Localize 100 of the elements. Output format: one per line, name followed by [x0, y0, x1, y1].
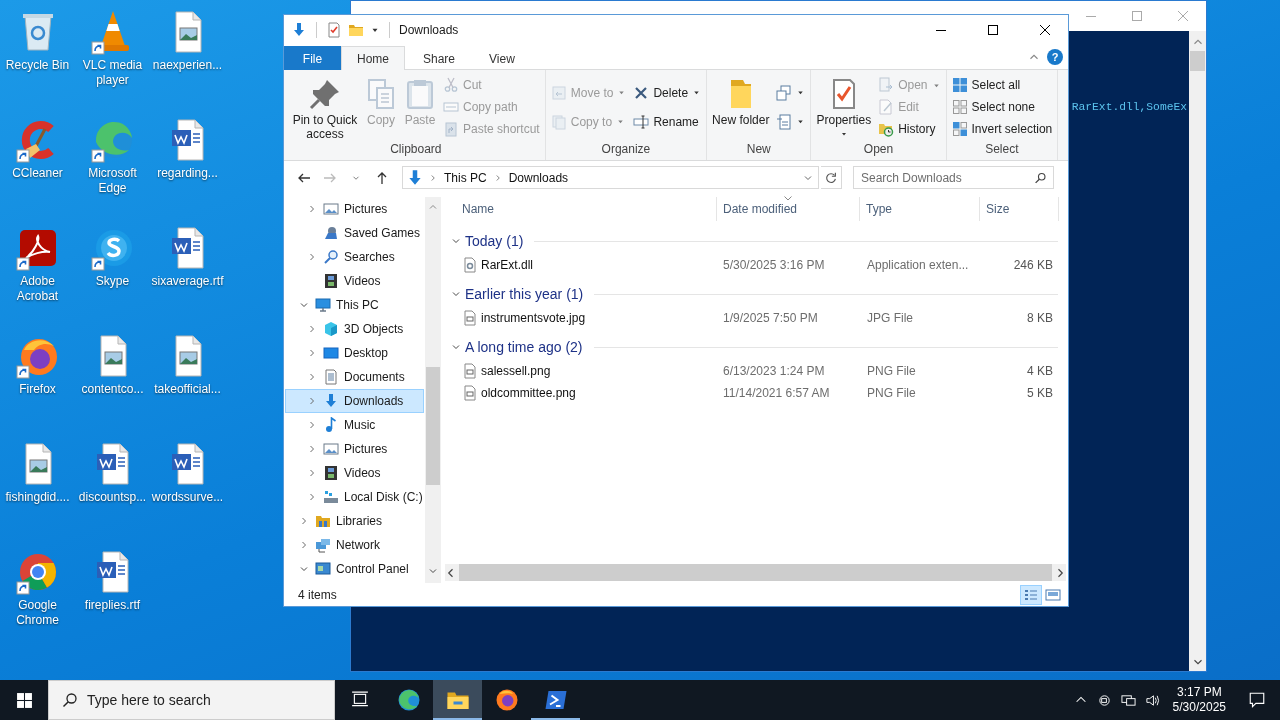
column-header[interactable]: Size	[980, 197, 1059, 221]
invert-selection-button[interactable]: Invert selection	[949, 118, 1055, 140]
nav-item[interactable]: Control Panel	[285, 557, 424, 581]
quick-access-button[interactable]	[291, 22, 307, 38]
nav-item[interactable]: Libraries	[285, 509, 424, 533]
scrollbar-thumb[interactable]	[1190, 51, 1205, 71]
search-icon	[323, 249, 339, 265]
volume-icon	[1145, 692, 1161, 708]
properties-button[interactable]	[326, 22, 342, 38]
type-cell-text: Application exten...	[866, 257, 970, 274]
size-cell-text: 246 KB	[1012, 257, 1054, 274]
drive-icon	[323, 489, 339, 505]
browser-icon	[494, 688, 519, 712]
pin-icon	[309, 78, 341, 110]
breadcrumb[interactable]: This PC	[442, 170, 489, 185]
delete-icon	[633, 84, 650, 101]
new-item-icon	[776, 84, 793, 101]
minimize-icon	[936, 29, 946, 31]
group-header[interactable]: A long time ago (2)	[465, 339, 583, 355]
help-button[interactable]: ?	[1047, 49, 1063, 65]
desktop-icon[interactable]: Firefox	[0, 332, 75, 397]
delete-button[interactable]: Delete	[631, 81, 704, 104]
properties-button[interactable]: Properties	[814, 72, 874, 142]
clipboard-icon	[443, 121, 459, 137]
refresh-icon	[824, 170, 838, 185]
select-all-icon	[951, 77, 968, 93]
nav-item[interactable]: This PC	[285, 293, 424, 317]
breadcrumb[interactable]: Downloads	[506, 170, 571, 185]
film-icon	[323, 273, 339, 289]
minimize-icon	[1086, 15, 1096, 17]
image-file-icon	[462, 363, 478, 379]
nav-item[interactable]: Music	[285, 413, 424, 437]
path-icon	[443, 99, 459, 115]
nav-item[interactable]: Pictures	[285, 437, 424, 461]
desktop-icon[interactable]: Google Chrome	[0, 548, 75, 628]
file-name[interactable]: RarExt.dll	[481, 258, 533, 272]
address-bar[interactable]: This PC Downloads	[402, 166, 819, 189]
nav-item[interactable]: Documents	[285, 365, 424, 389]
column-header[interactable]: Type	[860, 197, 980, 221]
desktop-icon[interactable]: fishingdid....	[0, 440, 75, 505]
column-header[interactable]: Name	[441, 197, 717, 221]
nav-item[interactable]: Videos	[285, 461, 424, 485]
history-button[interactable]: History	[876, 118, 943, 140]
ribbon-tab[interactable]: File	[284, 46, 341, 70]
games-icon	[323, 225, 339, 241]
file-name[interactable]: oldcommittee.png	[481, 386, 576, 400]
select-all-button[interactable]: Select all	[949, 74, 1055, 96]
computer-icon	[315, 297, 331, 313]
search-field[interactable]: Type here to search	[48, 680, 335, 720]
move-icon	[550, 84, 567, 101]
nav-item[interactable]: 3D Objects	[285, 317, 424, 341]
column-header[interactable]: Date modified	[717, 197, 860, 221]
group-header[interactable]: Today (1)	[465, 233, 524, 249]
desktop-icon[interactable]: fireplies.rtf	[75, 548, 150, 613]
rename-button[interactable]: Rename	[631, 110, 704, 133]
desktop-icon[interactable]: sixaverage.rtf	[150, 224, 225, 289]
details-view-button[interactable]	[1020, 584, 1042, 605]
nav-item[interactable]: Saved Games	[285, 221, 424, 245]
nav-item[interactable]: Searches	[285, 245, 424, 269]
network-icon	[315, 537, 331, 553]
pin-button[interactable]: Pin to Quick access	[290, 72, 360, 142]
desktop-icon[interactable]: wordssurve...	[150, 440, 225, 505]
desktop-icon[interactable]: Adobe Acrobat	[0, 224, 75, 304]
taskbar-app-button[interactable]	[433, 680, 482, 720]
download-arrow-icon	[291, 22, 307, 38]
terminal-icon	[543, 688, 568, 712]
desktop-icon[interactable]: contentco...	[75, 332, 150, 397]
film-icon	[323, 465, 339, 481]
new-folder-button[interactable]	[348, 22, 364, 38]
file-name[interactable]: instrumentsvote.jpg	[481, 311, 586, 325]
clipboard-icon	[404, 78, 436, 110]
close-icon	[1175, 8, 1191, 24]
group-header[interactable]: Earlier this year (1)	[465, 286, 584, 302]
control-panel-icon	[315, 561, 331, 577]
ribbon-tab[interactable]: Home	[341, 46, 405, 70]
size-cell-text: 5 KB	[1026, 385, 1054, 402]
easy-access-icon	[776, 113, 793, 130]
nav-item[interactable]: Desktop	[285, 341, 424, 365]
nav-item[interactable]: Downloads	[285, 389, 424, 413]
settings-file-icon	[462, 257, 478, 273]
new-folder-button[interactable]: New folder	[710, 72, 772, 142]
refresh-button[interactable]	[821, 166, 842, 189]
ribbon-tab[interactable]: View	[473, 46, 531, 70]
nav-item[interactable]: Network	[285, 533, 424, 557]
library-icon	[315, 513, 331, 529]
nav-item[interactable]: Local Disk (C:)	[285, 485, 424, 509]
type-cell-text: JPG File	[866, 310, 914, 327]
search-field[interactable]: Search Downloads	[853, 166, 1054, 189]
clock[interactable]: 3:17 PM 5/30/2025	[1164, 680, 1234, 720]
ribbon-tab[interactable]: Share	[407, 46, 472, 70]
select-none-button[interactable]: Select none	[949, 96, 1055, 118]
file-name[interactable]: salessell.png	[481, 364, 551, 378]
desktop-icon[interactable]: discountsp...	[75, 440, 150, 505]
nav-item[interactable]: Pictures	[285, 197, 424, 221]
desktop-icon[interactable]: takeofficial...	[150, 332, 225, 397]
scrollbar-thumb[interactable]	[426, 367, 440, 485]
document-icon	[323, 369, 339, 385]
nav-item[interactable]: Videos	[285, 269, 424, 293]
desktop-icon[interactable]: Skype	[75, 224, 150, 289]
camera-icon	[1097, 692, 1113, 708]
